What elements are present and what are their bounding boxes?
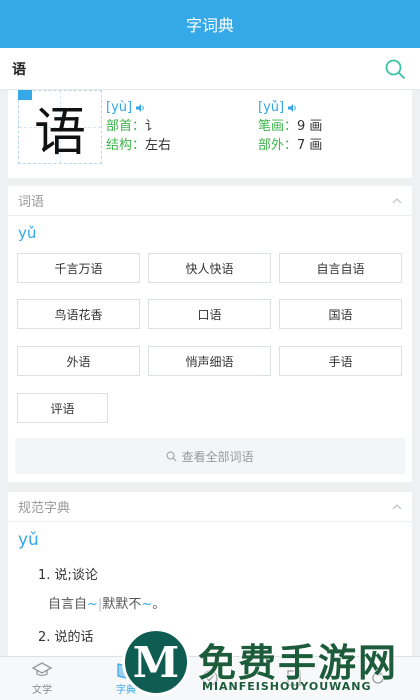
corner-flag xyxy=(18,90,32,100)
strokes-value: 9 画 xyxy=(297,119,323,134)
section-title: 规范字典 xyxy=(18,501,71,516)
words-pinyin: yǔ xyxy=(18,224,37,242)
title-bar: 字词典 xyxy=(0,0,420,48)
nav-item-3[interactable] xyxy=(168,657,252,700)
structure-label: 结构： xyxy=(106,138,146,153)
words-grid: 千言万语 快人快语 自言自语 鸟语花香 口语 国语 外语 悄声细语 手语 评语 … xyxy=(8,248,412,482)
words-section-header[interactable]: 词语 xyxy=(8,186,412,216)
view-all-words-button[interactable]: 查看全部词语 xyxy=(15,438,405,474)
word-button[interactable]: 千言万语 xyxy=(17,253,140,283)
example-text: 。 xyxy=(152,597,166,612)
words-section: 词语 yǔ 千言万语 快人快语 自言自语 鸟语花香 口语 国语 外语 悄声细语 … xyxy=(8,186,412,482)
book-icon xyxy=(117,663,135,679)
character-glyph: 语 xyxy=(33,102,86,163)
tilde-mark: ~ xyxy=(87,597,98,612)
nav-item-4[interactable] xyxy=(252,657,336,700)
search-input[interactable] xyxy=(12,60,382,77)
word-button[interactable]: 鸟语花香 xyxy=(17,299,140,329)
nav-label: 字典 xyxy=(116,685,136,696)
nav-item-5[interactable] xyxy=(336,657,420,700)
search-bar xyxy=(0,48,420,90)
word-button[interactable]: 评语 xyxy=(17,393,108,423)
refresh-icon xyxy=(372,670,384,684)
chevron-up-icon[interactable] xyxy=(392,196,402,206)
document-icon xyxy=(287,669,301,686)
word-button[interactable]: 国语 xyxy=(279,299,402,329)
radical-label: 部首： xyxy=(106,119,146,134)
structure-value: 左右 xyxy=(145,138,172,153)
section-title: 词语 xyxy=(18,195,45,210)
word-button[interactable]: 悄声细语 xyxy=(148,346,271,376)
tilde-mark: ~ xyxy=(141,597,153,612)
strokes-label: 笔画： xyxy=(258,119,298,134)
chevron-up-icon[interactable] xyxy=(392,502,402,512)
outer-strokes-value: 7 画 xyxy=(297,138,323,153)
dictionary-section-header[interactable]: 规范字典 xyxy=(8,492,412,522)
page-title: 字词典 xyxy=(185,16,234,35)
nav-label: 文学 xyxy=(32,685,52,696)
word-button[interactable]: 口语 xyxy=(148,299,271,329)
pinyin-text: [yǔ] xyxy=(258,100,285,115)
definition-1: 1. 说;谈论 xyxy=(38,568,98,583)
example-text: 默默不 xyxy=(102,597,142,612)
search-icon xyxy=(166,450,177,461)
radical-value: 讠 xyxy=(145,119,159,134)
graduation-cap-icon xyxy=(32,662,52,677)
character-grid: 语 xyxy=(18,90,102,164)
word-button[interactable]: 手语 xyxy=(279,346,402,376)
speaker-icon[interactable] xyxy=(288,103,297,112)
word-button[interactable]: 快人快语 xyxy=(148,253,271,283)
example-text: 自言自 xyxy=(48,597,88,612)
character-card: 语 [yù] 部首：讠 结构：左右 [yǔ] 笔画：9 画 部外：7 画 xyxy=(8,90,412,178)
check-circle-icon xyxy=(202,669,218,686)
pronunciation-1: [yù] 部首：讠 结构：左右 xyxy=(106,98,171,155)
definitions: 1. 说;谈论 自言自~|默默不~。 2. 说的话 xyxy=(8,564,412,645)
search-icon[interactable] xyxy=(382,56,408,82)
word-button[interactable]: 自言自语 xyxy=(279,253,402,283)
pronunciation-2: [yǔ] 笔画：9 画 部外：7 画 xyxy=(258,98,322,155)
definition-2: 2. 说的话 xyxy=(38,630,94,645)
pinyin-text: [yù] xyxy=(106,100,133,115)
dictionary-pinyin: yǔ xyxy=(18,530,39,550)
view-all-label: 查看全部词语 xyxy=(181,449,254,464)
word-button[interactable]: 外语 xyxy=(17,346,140,376)
example-1: 自言自~|默默不~。 xyxy=(48,593,402,612)
speaker-icon[interactable] xyxy=(136,103,145,112)
nav-item-dictionary[interactable]: 字典 xyxy=(84,657,168,700)
bottom-nav: 文学 字典 xyxy=(0,656,420,700)
outer-strokes-label: 部外： xyxy=(258,138,298,153)
dictionary-section: 规范字典 yǔ 1. 说;谈论 自言自~|默默不~。 2. 说的话 xyxy=(8,492,412,656)
nav-item-literature[interactable]: 文学 xyxy=(0,657,84,700)
